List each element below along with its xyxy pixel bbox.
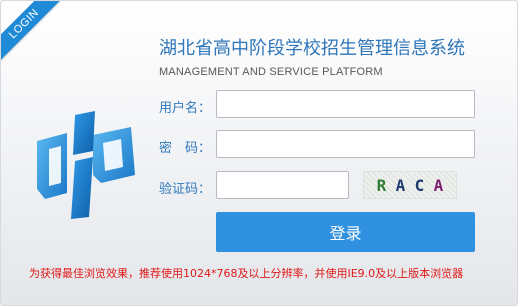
login-button[interactable]: 登录 [216, 212, 475, 252]
login-panel: LOGIN 湖北省高中阶段学校招生管理信息系统 MANAGEMENT AND S… [0, 0, 518, 306]
system-title: 湖北省高中阶段学校招生管理信息系统 [159, 38, 465, 59]
captcha-char: C [414, 175, 425, 195]
captcha-char: R [376, 175, 387, 195]
captcha-label: 验证码： [159, 182, 212, 197]
captcha-char: A [395, 175, 406, 195]
browser-notice: 为获得最佳浏览效果，推荐使用1024*768及以上分辨率，并使用IE9.0及以上… [29, 267, 464, 280]
password-input[interactable] [216, 130, 475, 158]
username-input[interactable] [216, 90, 475, 118]
captcha-char: A [433, 175, 444, 195]
corner-ribbon: LOGIN [1, 1, 61, 61]
login-corner-tag: LOGIN [1, 1, 61, 61]
system-subtitle: MANAGEMENT AND SERVICE PLATFORM [159, 66, 383, 78]
password-label: 密 码： [159, 141, 212, 156]
username-label: 用户名： [159, 101, 212, 116]
captcha-input[interactable] [216, 171, 349, 199]
system-logo-icon [37, 111, 135, 219]
captcha-image[interactable]: RACA [363, 171, 457, 199]
